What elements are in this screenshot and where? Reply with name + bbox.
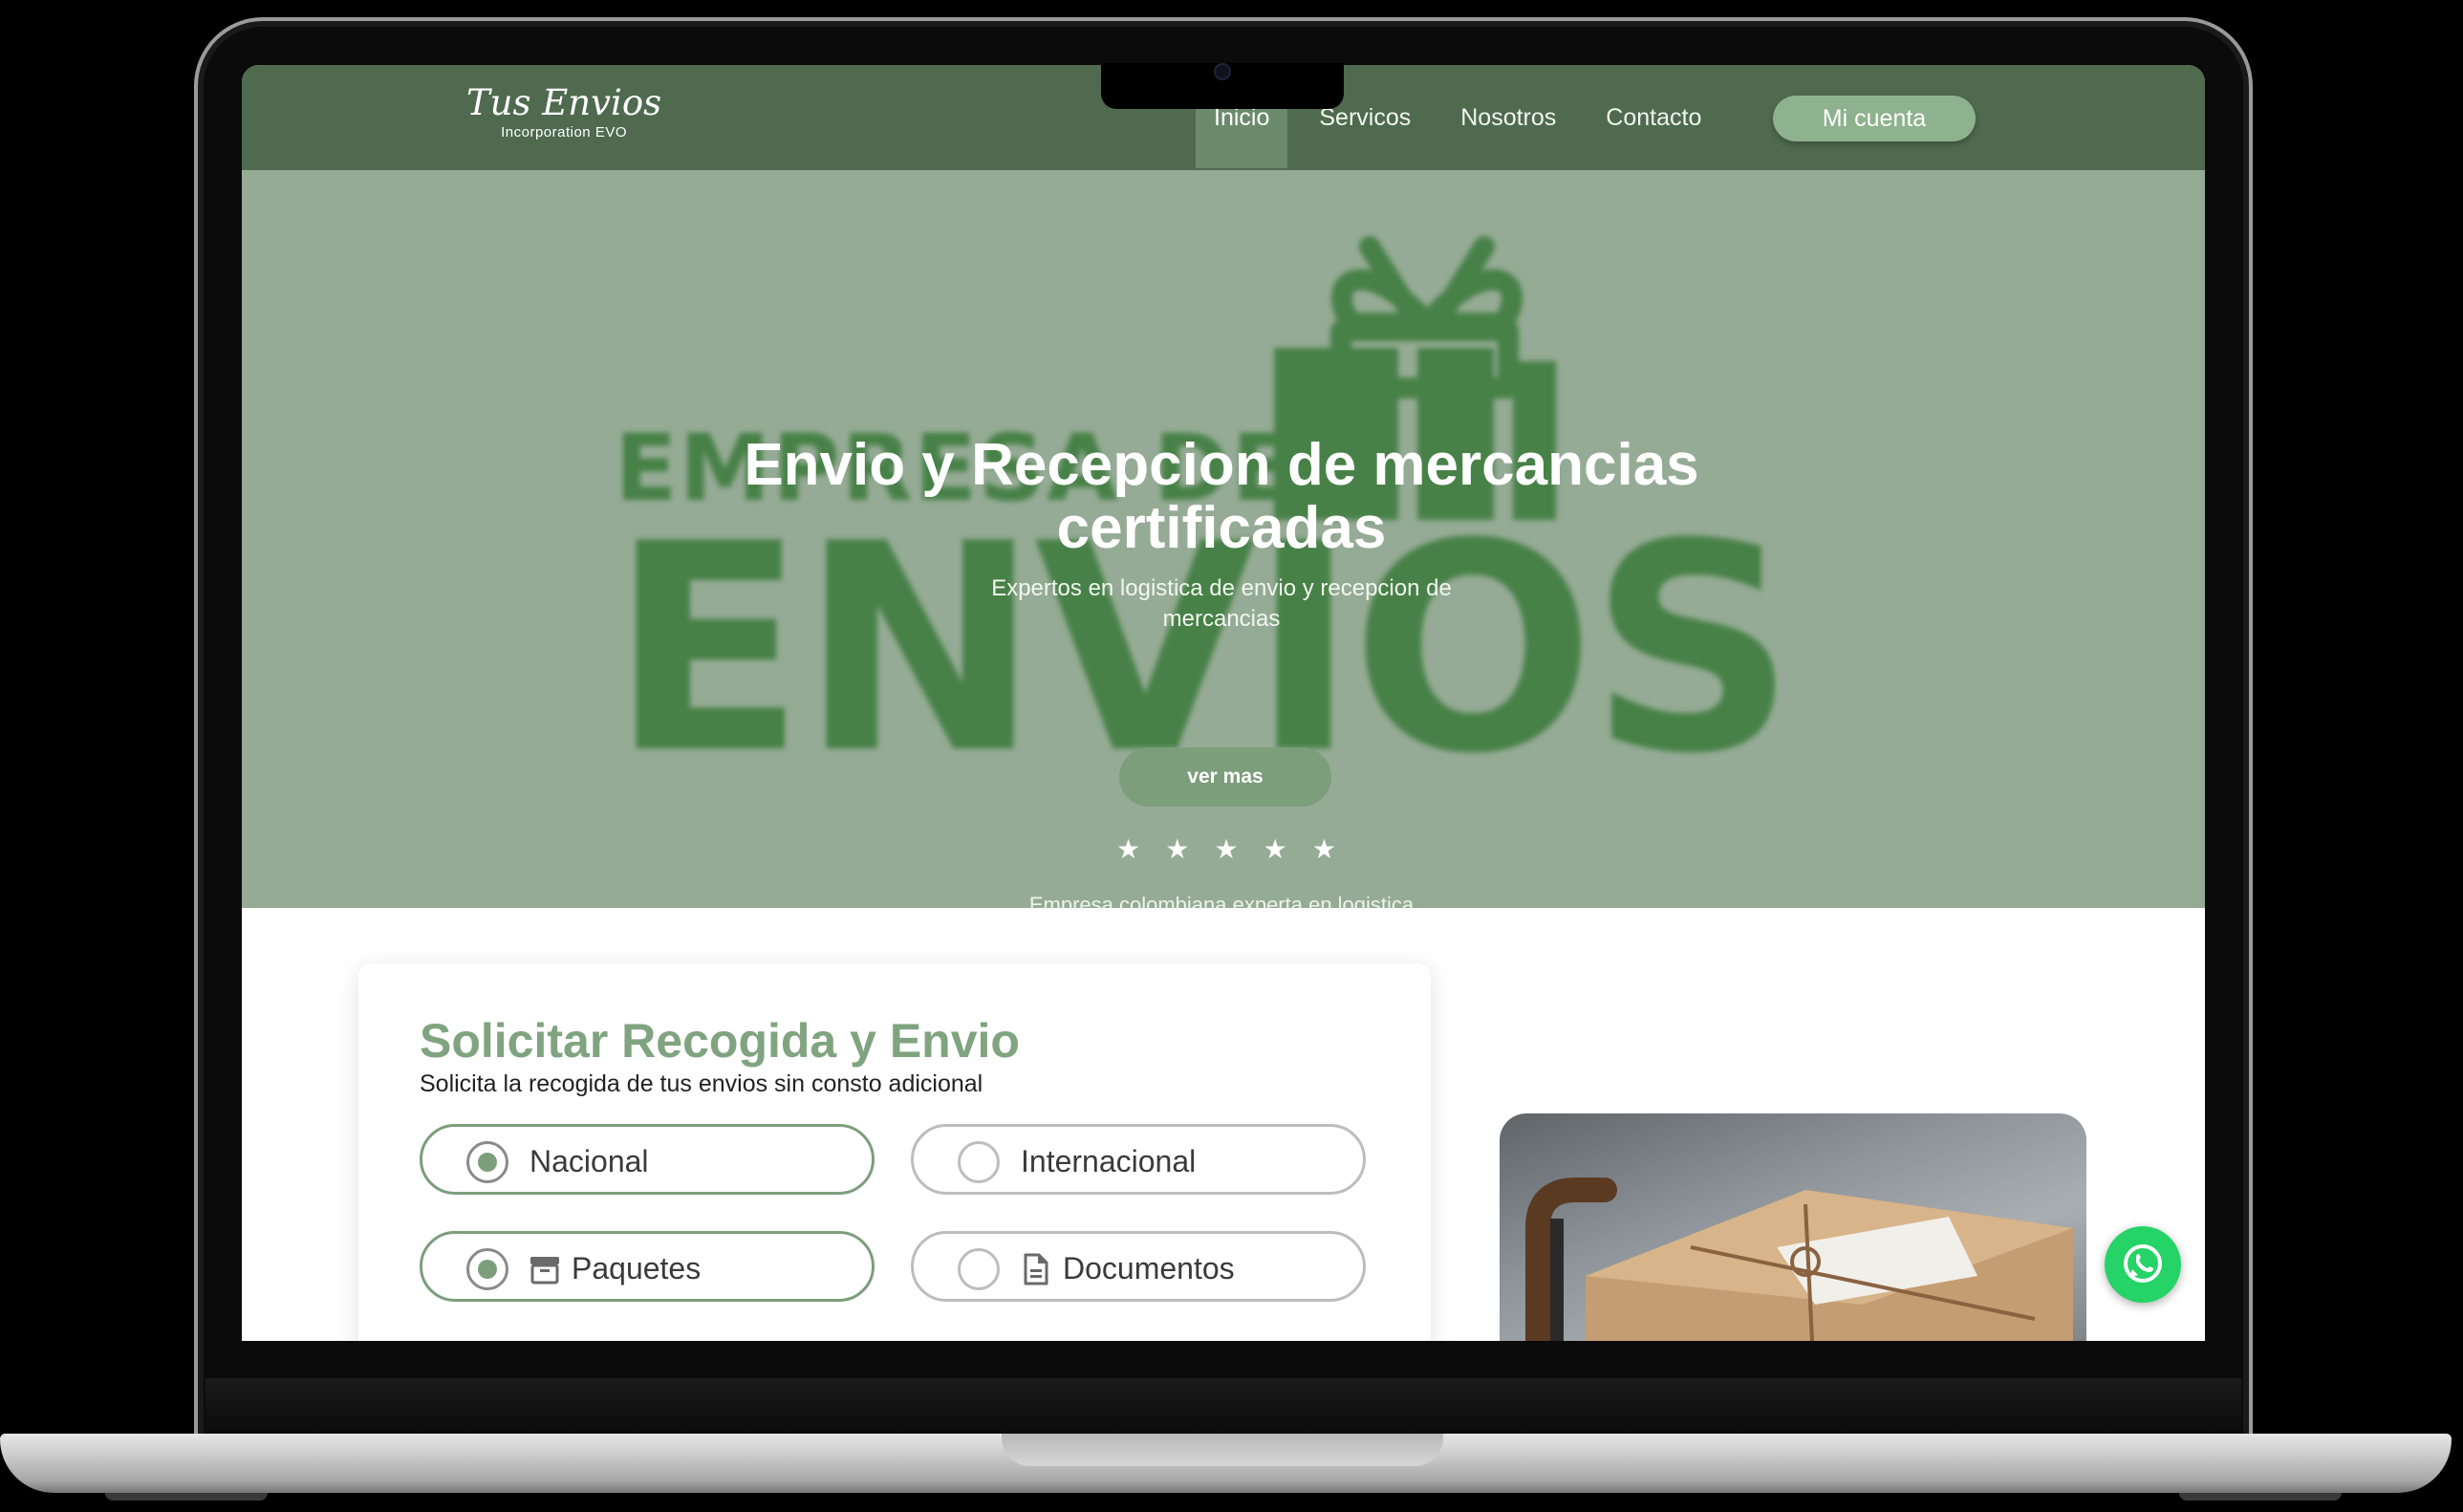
option-label: Internacional (1021, 1144, 1197, 1178)
star-icon: ★ (1311, 834, 1336, 864)
document-icon (1024, 1253, 1048, 1285)
option-nacional[interactable]: Nacional (420, 1124, 875, 1195)
card-title: Solicitar Recogida y Envio (420, 1014, 1020, 1068)
hero-subtitle: Expertos en logistica de envio y recepci… (991, 575, 1452, 632)
site-logo[interactable]: Tus Envios Incorporation EVO (466, 82, 662, 141)
laptop-hinge (205, 1378, 2241, 1437)
hero-title: Envio y Recepcion de mercancias certific… (744, 432, 1699, 561)
logo-subtitle: Incorporation EVO (501, 124, 627, 140)
rating-stars: ★ ★ ★ ★ ★ (1116, 835, 1336, 864)
option-label: Documentos (1063, 1251, 1235, 1285)
radio-button[interactable] (466, 1248, 508, 1290)
logo-title: Tus Envios (466, 82, 662, 123)
hero-caption: Empresa colombiana experta en logistica (1028, 893, 1415, 908)
parcel-illustration (1525, 1177, 2073, 1341)
laptop-foot (2179, 1493, 2342, 1501)
parcel-photo (1500, 1113, 2086, 1341)
radio-button[interactable] (958, 1141, 1000, 1183)
option-documentos[interactable]: Documentos (911, 1231, 1366, 1302)
option-label: Nacional (529, 1144, 649, 1178)
pickup-request-card: Solicitar Recogida y Envio Solicita la r… (358, 963, 1431, 1341)
camera-icon (1214, 63, 1231, 80)
laptop-base-notch (1002, 1434, 1443, 1466)
radio-button[interactable] (466, 1141, 508, 1183)
radio-button[interactable] (958, 1248, 1000, 1290)
nav-item-contacto[interactable]: Contacto (1588, 65, 1719, 168)
see-more-button[interactable]: ver mas (1119, 747, 1331, 807)
nav-item-nosotros[interactable]: Nosotros (1442, 65, 1574, 168)
star-icon: ★ (1165, 834, 1190, 864)
star-icon: ★ (1116, 834, 1141, 864)
card-subtitle: Solicita la recogida de tus envios sin c… (420, 1070, 983, 1097)
option-label: Paquetes (572, 1251, 702, 1285)
whatsapp-icon (2124, 1244, 2162, 1283)
star-icon: ★ (1214, 834, 1239, 864)
whatsapp-button[interactable] (2105, 1226, 2181, 1303)
hero-section: EMPRESA DE ENVIOS Envio y Recepcion de m… (242, 170, 2205, 908)
laptop-foot (105, 1493, 268, 1501)
my-account-button[interactable]: Mi cuenta (1773, 96, 1976, 141)
website-screen: Tus Envios Incorporation EVO Inicio Serv… (242, 65, 2205, 1341)
star-icon: ★ (1263, 834, 1287, 864)
archive-box-icon (530, 1257, 559, 1285)
option-paquetes[interactable]: Paquetes (420, 1231, 875, 1302)
option-internacional[interactable]: Internacional (911, 1124, 1366, 1195)
